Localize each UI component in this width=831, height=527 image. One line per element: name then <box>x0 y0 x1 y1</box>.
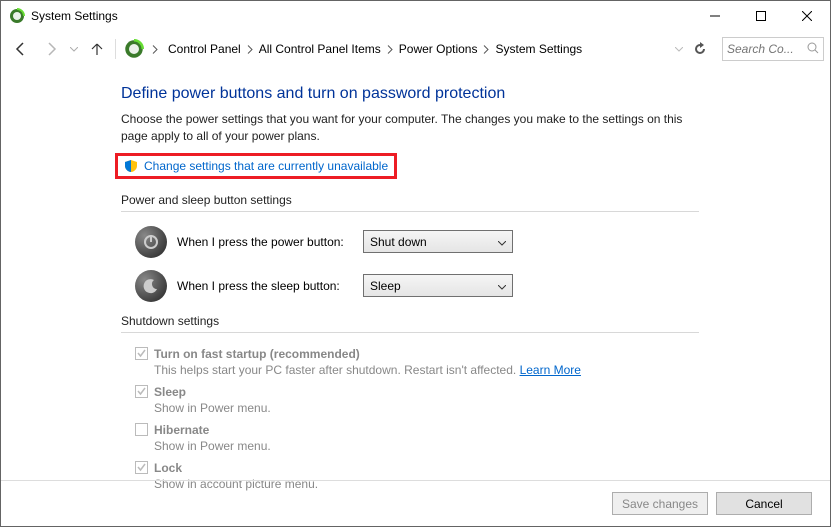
footer: Save changes Cancel <box>1 480 830 526</box>
separator <box>115 39 116 59</box>
lock-checkbox <box>135 461 148 474</box>
forward-button[interactable] <box>37 35 65 63</box>
close-button[interactable] <box>784 1 830 31</box>
cancel-button[interactable]: Cancel <box>716 492 812 515</box>
button-section-title: Power and sleep button settings <box>121 193 701 207</box>
breadcrumb: Control Panel All Control Panel Items Po… <box>162 38 670 60</box>
chevron-down-icon <box>498 235 506 249</box>
change-settings-link[interactable]: Change settings that are currently unava… <box>144 159 388 173</box>
option-title: Hibernate <box>154 423 209 437</box>
fast-startup-checkbox <box>135 347 148 360</box>
sleep-checkbox <box>135 385 148 398</box>
option-title: Sleep <box>154 385 186 399</box>
fast-startup-option: Turn on fast startup (recommended) This … <box>135 347 701 377</box>
chevron-down-icon <box>498 279 506 293</box>
sleep-option: Sleep Show in Power menu. <box>135 385 701 415</box>
sleep-button-row: When I press the sleep button: Sleep <box>135 270 701 302</box>
address-bar-icon <box>124 39 144 59</box>
navbar: Control Panel All Control Panel Items Po… <box>1 31 830 67</box>
search-icon[interactable] <box>807 42 819 57</box>
save-changes-button[interactable]: Save changes <box>612 492 708 515</box>
breadcrumb-item[interactable]: System Settings <box>491 38 586 60</box>
titlebar: System Settings <box>1 1 830 31</box>
power-icon <box>135 226 167 258</box>
power-button-label: When I press the power button: <box>177 235 357 249</box>
hibernate-checkbox <box>135 423 148 436</box>
option-title: Turn on fast startup (recommended) <box>154 347 360 361</box>
recent-locations-dropdown[interactable] <box>67 35 81 63</box>
content-area: Define power buttons and turn on passwor… <box>1 67 701 491</box>
up-button[interactable] <box>83 35 111 63</box>
chevron-right-icon[interactable] <box>150 45 160 54</box>
page-title: Define power buttons and turn on passwor… <box>121 85 701 103</box>
address-dropdown[interactable] <box>672 35 686 63</box>
sleep-button-label: When I press the sleep button: <box>177 279 357 293</box>
shield-icon <box>124 159 138 173</box>
breadcrumb-item[interactable]: Power Options <box>395 38 482 60</box>
search-input[interactable] <box>727 42 797 56</box>
dropdown-value: Shut down <box>370 235 427 249</box>
learn-more-link[interactable]: Learn More <box>520 363 581 377</box>
sleep-icon <box>135 270 167 302</box>
option-desc: Show in Power menu. <box>154 439 701 453</box>
breadcrumb-item[interactable]: All Control Panel Items <box>255 38 385 60</box>
sleep-button-dropdown[interactable]: Sleep <box>363 274 513 297</box>
chevron-right-icon[interactable] <box>481 45 491 54</box>
breadcrumb-item[interactable]: Control Panel <box>164 38 245 60</box>
shutdown-section-title: Shutdown settings <box>121 314 701 328</box>
minimize-button[interactable] <box>692 1 738 31</box>
app-icon <box>9 8 25 24</box>
back-button[interactable] <box>7 35 35 63</box>
search-box[interactable] <box>722 37 824 61</box>
option-desc: This helps start your PC faster after sh… <box>154 363 701 377</box>
chevron-right-icon[interactable] <box>245 45 255 54</box>
dropdown-value: Sleep <box>370 279 401 293</box>
section-divider <box>121 332 699 333</box>
power-button-dropdown[interactable]: Shut down <box>363 230 513 253</box>
window-title: System Settings <box>31 9 118 23</box>
power-button-row: When I press the power button: Shut down <box>135 226 701 258</box>
section-divider <box>121 211 699 212</box>
refresh-button[interactable] <box>688 37 712 61</box>
highlighted-link-annotation: Change settings that are currently unava… <box>115 153 397 179</box>
option-desc: Show in Power menu. <box>154 401 701 415</box>
hibernate-option: Hibernate Show in Power menu. <box>135 423 701 453</box>
maximize-button[interactable] <box>738 1 784 31</box>
option-title: Lock <box>154 461 182 475</box>
chevron-right-icon[interactable] <box>385 45 395 54</box>
page-intro: Choose the power settings that you want … <box>121 111 701 145</box>
